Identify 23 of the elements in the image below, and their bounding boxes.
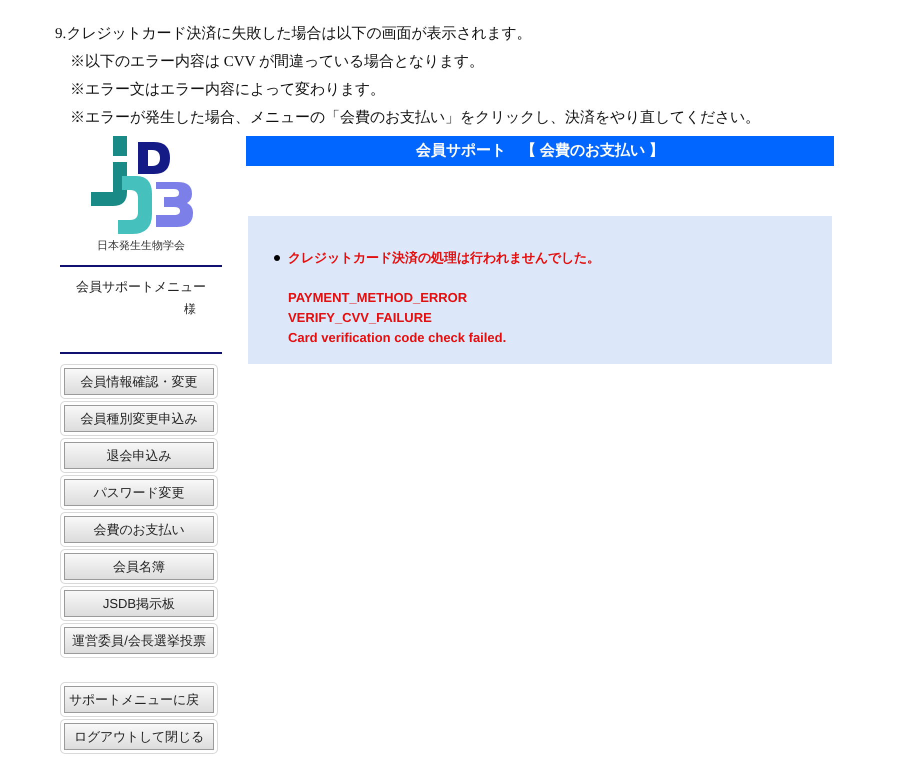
instruction-note: ※以下のエラー内容は CVV が間違っている場合となります。 xyxy=(69,52,485,72)
error-message: クレジットカード決済の処理は行われませんでした。 xyxy=(288,249,600,267)
menu-title: 会員サポートメニュー xyxy=(75,278,207,296)
bullet-icon xyxy=(274,254,280,261)
error-detail: Card verification code check failed. xyxy=(288,328,508,346)
error-detail: PAYMENT_METHOD_ERROR xyxy=(288,288,468,306)
menu-button[interactable]: 会員種別変更申込み xyxy=(64,405,214,432)
menu-button[interactable]: 会員情報確認・変更 xyxy=(64,368,214,395)
menu-button[interactable]: サポートメニューに戻 xyxy=(64,686,214,713)
user-label: 様 xyxy=(184,301,196,318)
menu-button[interactable]: パスワード変更 xyxy=(64,479,214,506)
menu-button[interactable]: 退会申込み xyxy=(64,442,214,469)
page-title-bar: 会員サポート 【 会費のお支払い 】 xyxy=(246,136,834,166)
menu-button[interactable]: 会員名簿 xyxy=(64,553,214,580)
logo-caption: 日本発生生物学会 xyxy=(97,239,185,254)
menu-button[interactable]: JSDB掲示板 xyxy=(64,590,214,617)
error-detail: VERIFY_CVV_FAILURE xyxy=(288,308,433,326)
instruction-note: ※エラー文はエラー内容によって変わります。 xyxy=(69,80,386,100)
instruction-note: ※エラーが発生した場合、メニューの「会費のお支払い」をクリックし、決済をやり直してください。 xyxy=(69,108,761,128)
menu-button[interactable]: 運営委員/会長選挙投票 xyxy=(64,627,214,654)
menu-button[interactable]: ログアウトして閉じる xyxy=(64,723,214,750)
instruction-heading: 9.クレジットカード決済に失敗した場合は以下の画面が表示されます。 xyxy=(55,24,532,44)
menu-button[interactable]: 会費のお支払い xyxy=(64,516,214,543)
